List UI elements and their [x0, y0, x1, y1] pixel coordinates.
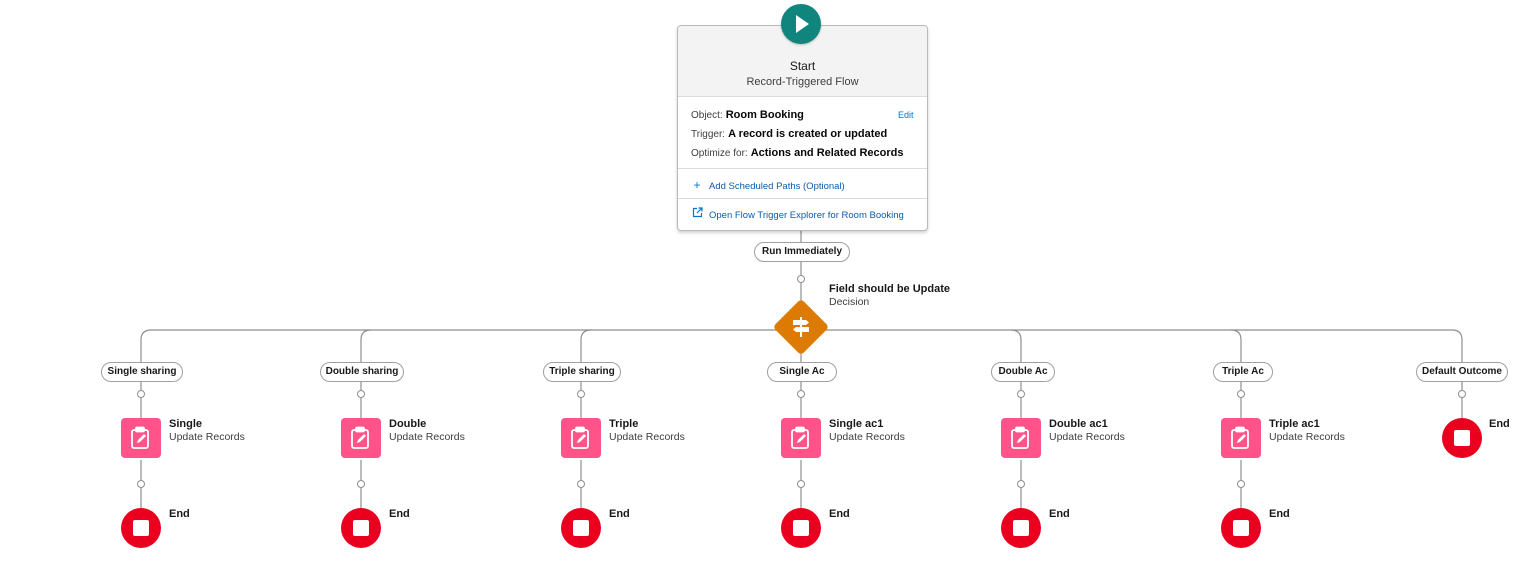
stop-icon — [1233, 520, 1249, 536]
connector-dot[interactable] — [797, 480, 805, 488]
end-label: End — [609, 508, 630, 520]
object-value: Room Booking — [725, 109, 804, 121]
end-node[interactable] — [561, 508, 601, 548]
connector-dot[interactable] — [1017, 480, 1025, 488]
end-label: End — [389, 508, 410, 520]
clipboard-pencil-icon — [131, 426, 149, 449]
stop-icon — [353, 520, 369, 536]
outcome-pill-single-sharing[interactable]: Single sharing — [101, 362, 183, 382]
end-label: End — [1269, 508, 1290, 520]
end-node[interactable] — [121, 508, 161, 548]
update-records-node[interactable] — [1221, 418, 1261, 458]
plus-icon: + — [693, 178, 701, 192]
external-link-icon — [691, 207, 703, 221]
open-trigger-explorer-link[interactable]: Open Flow Trigger Explorer for Room Book… — [691, 207, 904, 221]
start-title: Start — [789, 59, 816, 73]
optimize-value: Actions and Related Records — [750, 147, 904, 159]
element-type: Update Records — [1269, 431, 1345, 443]
element-label: Double — [389, 418, 427, 430]
stop-icon — [1454, 430, 1470, 446]
element-type: Update Records — [1049, 431, 1125, 443]
update-records-node[interactable] — [1001, 418, 1041, 458]
outcome-pill-double-ac[interactable]: Double Ac — [991, 362, 1055, 382]
optimize-row: Optimize for: Actions and Related Records — [691, 147, 904, 159]
element-type: Update Records — [829, 431, 905, 443]
stop-icon — [573, 520, 589, 536]
connector-dot[interactable] — [1237, 390, 1245, 398]
end-label: End — [829, 508, 850, 520]
update-records-node[interactable] — [781, 418, 821, 458]
add-scheduled-paths-link[interactable]: + Add Scheduled Paths (Optional) — [691, 178, 845, 192]
outcome-pill-double-sharing[interactable]: Double sharing — [320, 362, 404, 382]
end-node[interactable] — [1001, 508, 1041, 548]
end-node[interactable] — [341, 508, 381, 548]
end-label: End — [1489, 418, 1510, 430]
end-label: End — [1049, 508, 1070, 520]
outcome-pill-default[interactable]: Default Outcome — [1416, 362, 1508, 382]
stop-icon — [1013, 520, 1029, 536]
decision-title: Field should be Update — [829, 283, 951, 295]
signpost-icon — [793, 317, 809, 337]
end-label: End — [169, 508, 190, 520]
edit-link[interactable]: Edit — [898, 110, 914, 120]
object-row: Object: Room Booking — [691, 109, 804, 121]
connector-dot[interactable] — [577, 390, 585, 398]
start-node-card[interactable]: Start Record-Triggered Flow Object: Room … — [677, 25, 928, 231]
add-scheduled-paths-label: Add Scheduled Paths (Optional) — [709, 181, 845, 192]
start-subtitle: Record-Triggered Flow — [746, 76, 859, 88]
decision-type: Decision — [829, 296, 870, 308]
element-label: Single ac1 — [829, 418, 884, 430]
object-label: Object: — [691, 110, 723, 121]
element-label: Single — [169, 418, 203, 430]
update-records-node[interactable] — [561, 418, 601, 458]
element-type: Update Records — [389, 431, 465, 443]
element-type: Update Records — [169, 431, 245, 443]
end-node[interactable] — [781, 508, 821, 548]
connector-dot[interactable] — [137, 390, 145, 398]
clipboard-pencil-icon — [1011, 426, 1029, 449]
connector-dot[interactable] — [137, 480, 145, 488]
divider — [678, 198, 927, 199]
update-records-node[interactable] — [121, 418, 161, 458]
divider — [678, 168, 927, 169]
clipboard-pencil-icon — [571, 426, 589, 449]
connector-dot[interactable] — [797, 390, 805, 398]
connector-dot[interactable] — [797, 275, 805, 283]
trigger-value: A record is created or updated — [728, 128, 888, 140]
end-node[interactable] — [1221, 508, 1261, 548]
update-records-node[interactable] — [341, 418, 381, 458]
element-label: Triple ac1 — [1269, 418, 1320, 430]
clipboard-pencil-icon — [791, 426, 809, 449]
element-label: Double ac1 — [1049, 418, 1108, 430]
outcome-pill-single-ac[interactable]: Single Ac — [767, 362, 837, 382]
connector-dot[interactable] — [577, 480, 585, 488]
element-type: Update Records — [609, 431, 685, 443]
connector-dot[interactable] — [357, 390, 365, 398]
clipboard-pencil-icon — [351, 426, 369, 449]
trigger-row: Trigger: A record is created or updated — [691, 128, 887, 140]
outcome-pill-triple-ac[interactable]: Triple Ac — [1213, 362, 1273, 382]
optimize-label: Optimize for: — [691, 148, 748, 159]
connector-dot[interactable] — [1237, 480, 1245, 488]
connector-dot[interactable] — [357, 480, 365, 488]
open-trigger-explorer-label: Open Flow Trigger Explorer for Room Book… — [709, 210, 904, 221]
run-immediately-pill[interactable]: Run Immediately — [754, 242, 850, 262]
stop-icon — [133, 520, 149, 536]
trigger-label: Trigger: — [691, 129, 726, 140]
end-node[interactable] — [1442, 418, 1482, 458]
clipboard-pencil-icon — [1231, 426, 1249, 449]
connector-dot[interactable] — [1458, 390, 1466, 398]
element-label: Triple — [609, 418, 639, 430]
stop-icon — [793, 520, 809, 536]
outcome-pill-triple-sharing[interactable]: Triple sharing — [543, 362, 621, 382]
connector-dot[interactable] — [1017, 390, 1025, 398]
start-play-icon[interactable] — [781, 4, 821, 44]
